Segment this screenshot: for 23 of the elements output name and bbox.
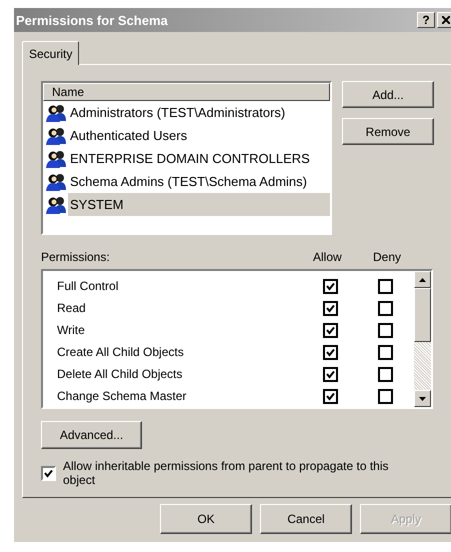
inherit-label: Allow inheritable permissions from parent to propagate to this object: [63, 459, 390, 487]
permissions-label: Permissions:: [41, 250, 111, 264]
permission-name: Full Control: [57, 279, 120, 293]
list-item[interactable]: ENTERPRISE DOMAIN CONTROLLERS: [43, 147, 330, 170]
action-button[interactable]: Add...: [342, 81, 434, 108]
list-item[interactable]: Schema Admins (TEST\Schema Admins): [43, 170, 330, 193]
column-header[interactable]: Name: [43, 83, 330, 101]
permission-name: Delete All Child Objects: [57, 367, 184, 381]
action-button[interactable]: Remove: [342, 118, 434, 145]
permission-name: Create All Child Objects: [57, 345, 185, 359]
list-item[interactable]: Administrators (TEST\Administrators): [43, 101, 330, 124]
window-title: Permissions for Schema: [16, 12, 169, 28]
permission-name: Change Schema Master: [57, 389, 188, 403]
dialog-button[interactable]: Cancel: [260, 504, 352, 534]
tab[interactable]: Security: [22, 41, 80, 65]
column-label: Allow: [313, 250, 343, 264]
permission-name: Read: [57, 301, 87, 315]
advanced-button[interactable]: Advanced...: [41, 421, 142, 449]
help-button[interactable]: ?: [417, 12, 435, 28]
permission-name: Write: [57, 323, 86, 337]
list-item[interactable]: Authenticated Users: [43, 124, 330, 147]
dialog-button[interactable]: OK: [160, 504, 252, 534]
column-label: Deny: [373, 250, 402, 264]
